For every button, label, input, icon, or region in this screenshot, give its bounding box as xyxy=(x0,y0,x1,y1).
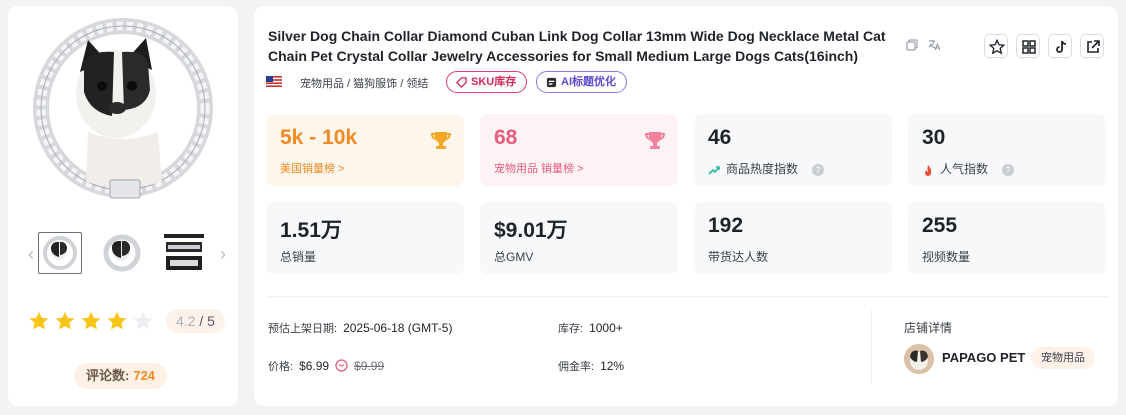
sku-stock-tag[interactable]: SKU库存 xyxy=(446,71,528,93)
trophy-icon xyxy=(430,132,452,149)
main-product-image[interactable] xyxy=(28,12,218,210)
copy-icon[interactable] xyxy=(906,39,918,51)
external-link-icon xyxy=(1087,40,1100,53)
total-gmv-card: $9.01万 总GMV xyxy=(480,202,678,274)
commission-rate: 佣金率: 12% xyxy=(558,359,625,373)
meta-row: 宠物用品 / 猫狗服饰 / 领结 SKU库存 AI标题优化 xyxy=(266,70,786,94)
heat-index-label: 商品热度指数? xyxy=(708,160,825,177)
tiktok-icon xyxy=(1056,40,1067,53)
product-detail-card: Silver Dog Chain Collar Diamond Cuban Li… xyxy=(254,6,1118,406)
translate-icon[interactable] xyxy=(928,39,940,51)
rating-value: 4.2 / 5 xyxy=(166,309,225,333)
ai-title-tag[interactable]: AI标题优化 xyxy=(536,71,627,93)
help-icon[interactable]: ? xyxy=(1002,163,1015,176)
popularity-value: 30 xyxy=(922,126,946,149)
fire-icon xyxy=(925,164,932,176)
us-sales-value: 5k - 10k xyxy=(280,126,358,149)
videos-label: 视频数量 xyxy=(922,250,971,264)
category-rank-value: 68 xyxy=(494,126,518,149)
ai-icon xyxy=(546,77,557,88)
total-sales-label: 总销量 xyxy=(280,250,317,264)
star-favorite-icon xyxy=(989,39,1005,55)
category-path[interactable]: 宠物用品 / 猫狗服饰 / 领结 xyxy=(300,75,428,91)
open-external-button[interactable] xyxy=(1080,34,1104,58)
star-icon xyxy=(55,311,75,330)
thumbnail-2[interactable] xyxy=(100,232,144,274)
popularity-index-card: 30 人气指数? xyxy=(908,114,1106,186)
us-sales-rank-card[interactable]: 5k - 10k 美国销量榜 > xyxy=(266,114,464,186)
creators-label: 带货达人数 xyxy=(708,250,769,264)
us-sales-rank-link[interactable]: 美国销量榜 > xyxy=(280,160,344,176)
trend-up-icon xyxy=(708,166,720,175)
shop-section-title: 店铺详情 xyxy=(904,321,953,335)
popularity-label: 人气指数? xyxy=(922,160,1015,177)
stock: 库存: 1000+ xyxy=(558,321,623,335)
heat-index-value: 46 xyxy=(708,126,732,149)
category-rank-link[interactable]: 宠物用品 销量榜 > xyxy=(494,160,584,176)
total-sales-value: 1.51万 xyxy=(280,219,342,242)
thumbnail-3[interactable] xyxy=(162,232,206,274)
total-gmv-value: $9.01万 xyxy=(494,219,568,242)
grid-icon xyxy=(1022,40,1036,54)
product-image-card: ‹ › 4.2 / 5 评论数: 724 xyxy=(8,6,238,406)
trophy-icon xyxy=(644,132,666,149)
review-count-badge: 评论数: 724 xyxy=(74,363,168,389)
us-flag-icon xyxy=(266,76,282,87)
category-sales-rank-card[interactable]: 68 宠物用品 销量榜 > xyxy=(480,114,678,186)
qr-grid-button[interactable] xyxy=(1016,34,1040,58)
tag-icon xyxy=(456,77,467,88)
price: 价格: $6.99 $9.99 xyxy=(268,359,385,373)
title-tools xyxy=(906,39,946,55)
star-icon xyxy=(107,311,127,330)
creators-value: 192 xyxy=(708,214,744,237)
product-title: Silver Dog Chain Collar Diamond Cuban Li… xyxy=(268,28,886,64)
coupon-icon[interactable] xyxy=(335,359,348,372)
chevron-right-icon[interactable]: › xyxy=(216,244,230,264)
rating-row: 4.2 / 5 xyxy=(28,306,228,342)
help-icon[interactable]: ? xyxy=(812,163,825,176)
total-gmv-label: 总GMV xyxy=(494,250,534,264)
heat-index-card: 46 商品热度指数? xyxy=(694,114,892,186)
tiktok-button[interactable] xyxy=(1048,34,1072,58)
creators-card: 192 带货达人数 xyxy=(694,202,892,274)
star-empty-icon xyxy=(133,311,153,330)
star-icon xyxy=(81,311,101,330)
thumbnail-strip: ‹ › xyxy=(24,230,228,280)
videos-card: 255 视频数量 xyxy=(908,202,1106,274)
total-sales-card: 1.51万 总销量 xyxy=(266,202,464,274)
shop-avatar[interactable] xyxy=(904,344,934,374)
shop-category-tag: 宠物用品 xyxy=(1031,347,1095,369)
videos-value: 255 xyxy=(922,214,958,237)
thumbnail-1[interactable] xyxy=(38,232,82,274)
chevron-left-icon[interactable]: ‹ xyxy=(24,244,38,264)
shop-name[interactable]: PAPAGO PET xyxy=(942,350,1025,365)
divider-vertical xyxy=(871,310,872,384)
favorite-button[interactable] xyxy=(984,34,1008,58)
divider xyxy=(268,296,1108,297)
star-icon xyxy=(29,311,49,330)
launch-date: 预估上架日期: 2025-06-18 (GMT-5) xyxy=(268,321,453,335)
